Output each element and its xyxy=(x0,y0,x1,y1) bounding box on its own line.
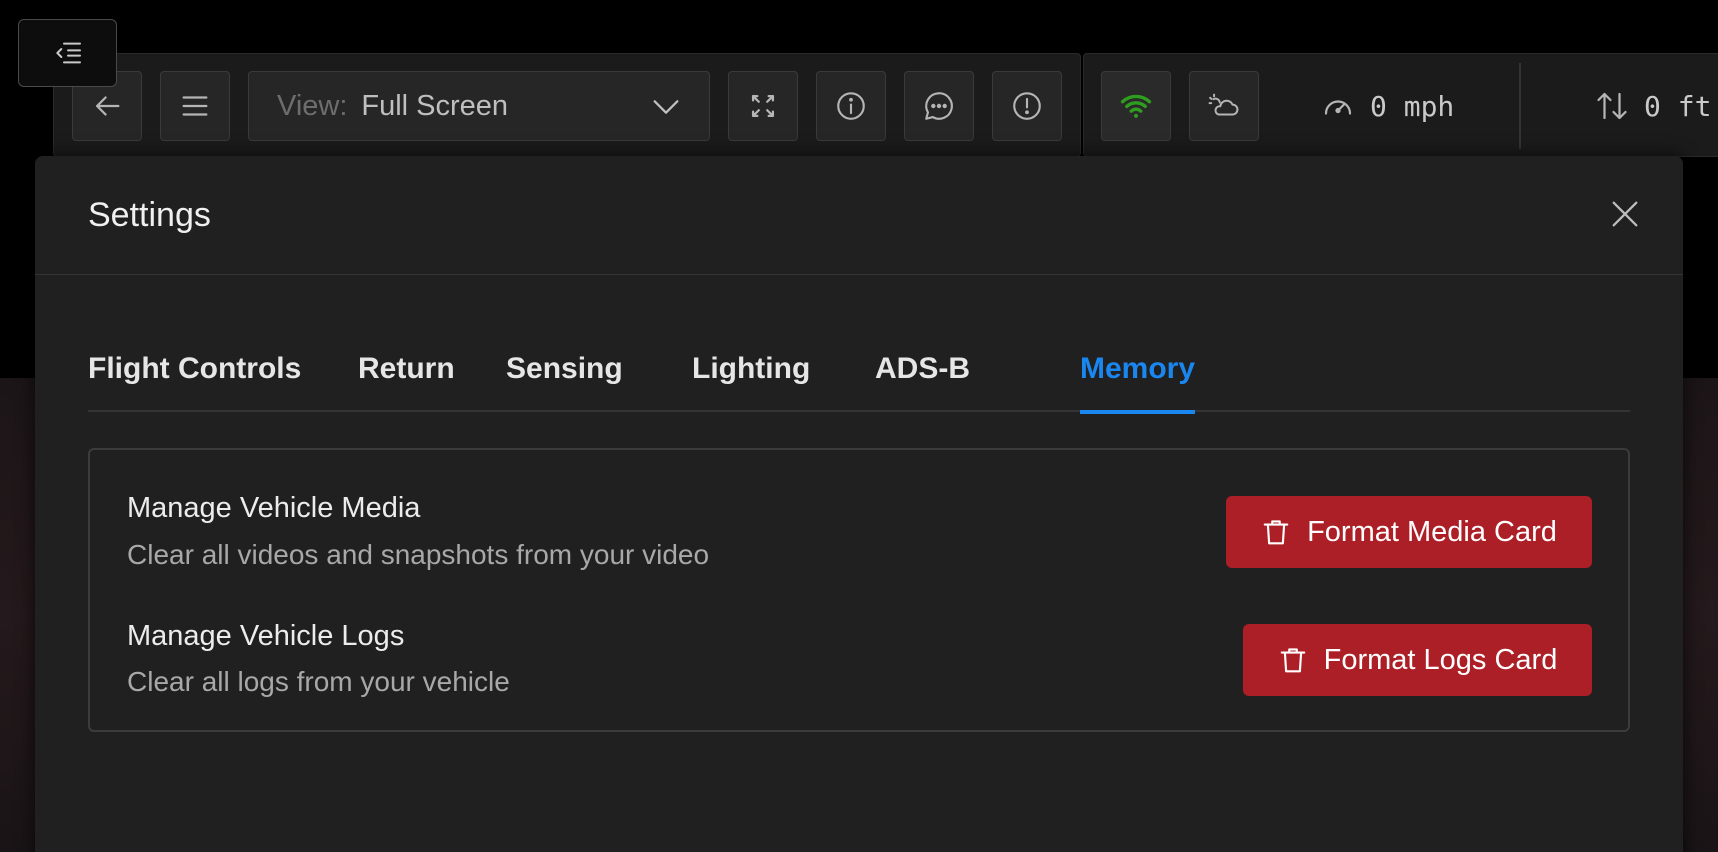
alert-icon xyxy=(1013,92,1041,120)
fullscreen-icon xyxy=(751,94,775,118)
weather-icon xyxy=(1208,93,1239,116)
altitude-readout: 0 ft xyxy=(1594,71,1711,141)
memory-settings-card: Manage Vehicle Media Clear all videos an… xyxy=(88,448,1630,732)
alerts-button[interactable] xyxy=(992,71,1062,141)
trash-icon xyxy=(1280,648,1305,673)
logs-row-description: Clear all logs from your vehicle xyxy=(127,666,510,697)
back-arrow-icon xyxy=(95,96,120,116)
toolbar-divider xyxy=(1519,63,1521,149)
trash-icon xyxy=(1263,520,1289,545)
collapse-sidebar-icon xyxy=(55,42,81,64)
info-icon xyxy=(837,92,865,120)
view-select-label: View: xyxy=(277,89,348,122)
altitude-value: 0 ft xyxy=(1644,89,1712,123)
tab-lighting[interactable]: Lighting xyxy=(692,344,810,412)
chevron-down-icon xyxy=(653,100,679,114)
logs-row-title: Manage Vehicle Logs xyxy=(127,620,405,652)
menu-button[interactable] xyxy=(160,71,230,141)
tab-return[interactable]: Return xyxy=(358,344,455,412)
chat-button[interactable] xyxy=(904,71,974,141)
media-row-title: Manage Vehicle Media xyxy=(127,492,421,524)
collapse-sidebar-button[interactable] xyxy=(18,19,117,87)
modal-title: Settings xyxy=(88,196,211,234)
settings-tabs: Flight Controls Return Sensing Lighting … xyxy=(88,344,1630,414)
chat-icon xyxy=(925,92,953,120)
tab-ads-b[interactable]: ADS-B xyxy=(875,344,970,412)
altitude-arrows-icon xyxy=(1597,92,1627,120)
tab-memory[interactable]: Memory xyxy=(1080,344,1196,414)
menu-icon xyxy=(182,96,208,116)
weather-button[interactable] xyxy=(1189,71,1259,141)
settings-modal: Settings Flight Controls Return Sensing … xyxy=(35,156,1683,852)
tab-flight-controls[interactable]: Flight Controls xyxy=(88,344,301,412)
modal-header: Settings xyxy=(35,156,1683,275)
format-media-card-label: Format Media Card xyxy=(1307,515,1557,548)
tab-sensing[interactable]: Sensing xyxy=(506,344,623,412)
close-button[interactable] xyxy=(1603,192,1647,236)
view-select-value: Full Screen xyxy=(361,89,509,122)
app-stage: View: Full Screen 0 mph 0 ft Settings Fl… xyxy=(0,0,1718,852)
fullscreen-button[interactable] xyxy=(728,71,798,141)
format-logs-card-button[interactable]: Format Logs Card xyxy=(1243,624,1592,696)
info-button[interactable] xyxy=(816,71,886,141)
format-media-card-button[interactable]: Format Media Card xyxy=(1226,496,1592,568)
wifi-icon xyxy=(1120,94,1152,118)
connection-status-button[interactable] xyxy=(1101,71,1171,141)
view-select[interactable]: View: Full Screen xyxy=(248,71,710,141)
media-row-description: Clear all videos and snapshots from your… xyxy=(127,539,710,570)
close-icon xyxy=(1612,201,1638,227)
speedometer-icon xyxy=(1324,100,1352,115)
speed-value: 0 mph xyxy=(1370,89,1455,123)
speed-readout: 0 mph xyxy=(1320,71,1454,141)
format-logs-card-label: Format Logs Card xyxy=(1323,643,1558,676)
